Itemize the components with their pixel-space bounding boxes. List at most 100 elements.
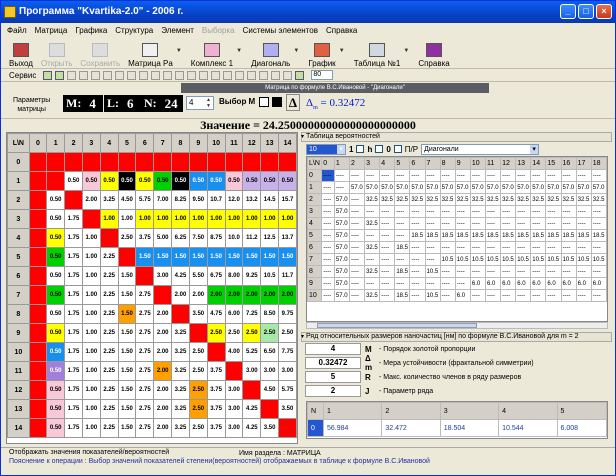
matrix-cell[interactable]: 9.75 [278, 304, 297, 324]
matrix-cell[interactable] [224, 361, 244, 381]
matrix-cell[interactable]: 2.00 [242, 285, 262, 305]
matrix-cell[interactable] [28, 304, 48, 324]
prob-cell[interactable]: ---- [454, 277, 471, 290]
matrix-cell[interactable]: 3.00 [224, 418, 244, 438]
prob-cell[interactable]: 57.0 [333, 193, 350, 206]
prob-cell[interactable]: ---- [500, 289, 517, 302]
prob-cell[interactable]: ---- [454, 217, 471, 230]
arrow-up-icon[interactable] [91, 70, 101, 80]
prob-cell[interactable]: 10.5 [560, 253, 577, 266]
prob-cell[interactable]: ---- [590, 169, 607, 182]
prob-cell[interactable]: ---- [379, 169, 396, 182]
matrix-cell[interactable] [188, 152, 208, 172]
matrix-cell[interactable] [64, 190, 83, 210]
matrix-cell[interactable]: 2.00 [153, 323, 173, 343]
matrix-cell[interactable]: 9.50 [188, 190, 208, 210]
prob-cell[interactable]: 32.5 [394, 193, 411, 206]
matrix-cell[interactable]: 1.50 [153, 247, 173, 267]
prob-cell[interactable]: 32.5 [364, 265, 381, 278]
matrix-cell[interactable]: 0.50 [46, 266, 66, 286]
matrix-cell[interactable]: 2.00 [153, 342, 173, 362]
prob-cell[interactable]: 18.5 [530, 229, 547, 242]
prob-cell[interactable]: 18.5 [560, 229, 577, 242]
prob-cell[interactable]: ---- [348, 217, 366, 230]
matrix-cell[interactable]: 1.00 [81, 399, 101, 419]
prob-cell[interactable]: ---- [530, 265, 547, 278]
matrix-cell[interactable]: 2.00 [153, 418, 173, 438]
prob-cell[interactable]: ---- [454, 241, 471, 254]
prob-cell[interactable]: ---- [424, 169, 441, 182]
matrix-cell[interactable] [28, 228, 48, 248]
matrix-cell[interactable] [28, 247, 48, 267]
matrix-cell[interactable]: 1.75 [64, 418, 83, 438]
matrix-cell[interactable] [135, 152, 155, 172]
prob-cell[interactable]: 10.5 [469, 253, 486, 266]
matrix-cell[interactable]: 1.00 [81, 342, 101, 362]
matrix-cell[interactable]: 1.75 [64, 228, 83, 248]
toolbar-button-5[interactable]: Диагональ ▼ [247, 36, 299, 68]
prob-cell[interactable]: ---- [560, 169, 577, 182]
matrix-cell[interactable]: 8.00 [224, 266, 244, 286]
dropdown-arrow-icon[interactable]: ▼ [293, 48, 299, 54]
matrix-cell[interactable] [28, 152, 48, 172]
toolbar-button-8[interactable]: Справка [414, 36, 453, 68]
prob-cell[interactable]: ---- [333, 169, 350, 182]
prob-cell[interactable]: 18.5 [484, 229, 502, 242]
prob-cell[interactable]: 6.0 [590, 277, 607, 290]
prob-cell[interactable]: ---- [484, 205, 502, 218]
matrix-cell[interactable]: 8.25 [171, 190, 190, 210]
matrix-cell[interactable]: 0.50 [46, 304, 66, 324]
frame-2-icon[interactable] [247, 70, 257, 80]
prob-cell[interactable]: 32.5 [515, 193, 532, 206]
prob-cell[interactable]: ---- [364, 277, 381, 290]
matrix-cell[interactable]: 3.00 [278, 361, 297, 381]
matrix-cell[interactable]: 2.25 [99, 323, 119, 343]
matrix-cell[interactable]: 2.25 [99, 342, 119, 362]
matrix-cell[interactable]: 3.25 [171, 418, 190, 438]
matrix-cell[interactable]: 2.75 [135, 361, 155, 381]
prob-cell[interactable]: ---- [364, 229, 381, 242]
prob-table[interactable]: L\N 0 1 2 3 4 5 6 7 8 9 10 11 12 13 14 15 16 17 18 0 ---- ----… [306, 156, 608, 322]
prob-cell[interactable]: ---- [424, 205, 441, 218]
m-select-spinner[interactable]: 4 [186, 96, 214, 110]
matrix-cell[interactable]: 3.25 [171, 323, 190, 343]
matrix-cell[interactable]: 2.50 [117, 228, 137, 248]
matrix-cell[interactable]: 1.00 [117, 209, 137, 229]
matrix-cell[interactable]: 3.00 [224, 380, 244, 400]
prob-cell[interactable]: 57.0 [484, 181, 502, 194]
prob-cell[interactable]: ---- [590, 205, 607, 218]
prob-cell[interactable]: ---- [394, 169, 411, 182]
arrow-right-icon[interactable] [115, 70, 125, 80]
matrix-cell[interactable]: 15.7 [278, 190, 297, 210]
matrix-cell[interactable]: 1.50 [117, 342, 137, 362]
prob-cell[interactable]: ---- [424, 217, 441, 230]
matrix-cell[interactable]: 8.50 [260, 304, 280, 324]
prob-cell[interactable]: 18.5 [439, 229, 456, 242]
matrix-cell[interactable]: 2.25 [99, 380, 119, 400]
prob-cell[interactable]: ---- [454, 265, 471, 278]
prob-cell[interactable]: ---- [590, 241, 607, 254]
prob-cell[interactable]: ---- [348, 229, 366, 242]
matrix-cell[interactable]: 2.00 [153, 304, 173, 324]
prob-cell[interactable]: ---- [364, 169, 381, 182]
matrix-cell[interactable]: 2.50 [188, 380, 208, 400]
prob-cell[interactable]: 32.5 [364, 193, 381, 206]
matrix-cell[interactable]: 3.25 [171, 342, 190, 362]
prob-cell[interactable]: ---- [560, 265, 577, 278]
matrix-cell[interactable]: 1.50 [260, 247, 280, 267]
matrix-cell[interactable]: 1.00 [153, 209, 173, 229]
dropdown-arrow-icon[interactable]: ▼ [339, 48, 345, 54]
prob-cell[interactable]: ---- [560, 205, 577, 218]
black-color-swatch[interactable] [272, 97, 282, 107]
prob-cell[interactable]: ---- [530, 205, 547, 218]
prob-cell[interactable]: ---- [560, 217, 577, 230]
prob-cell[interactable]: 18.5 [515, 229, 532, 242]
matrix-cell[interactable]: 1.50 [242, 247, 262, 267]
prob-cell[interactable]: ---- [575, 217, 592, 230]
series-cell[interactable]: 10.544 [498, 419, 558, 437]
prob-cell[interactable]: 57.0 [333, 217, 350, 230]
matrix-cell[interactable]: 4.50 [117, 190, 137, 210]
copy-icon[interactable] [199, 70, 209, 80]
matrix-cell[interactable]: 1.75 [64, 285, 83, 305]
matrix-cell[interactable]: 11.7 [278, 266, 297, 286]
